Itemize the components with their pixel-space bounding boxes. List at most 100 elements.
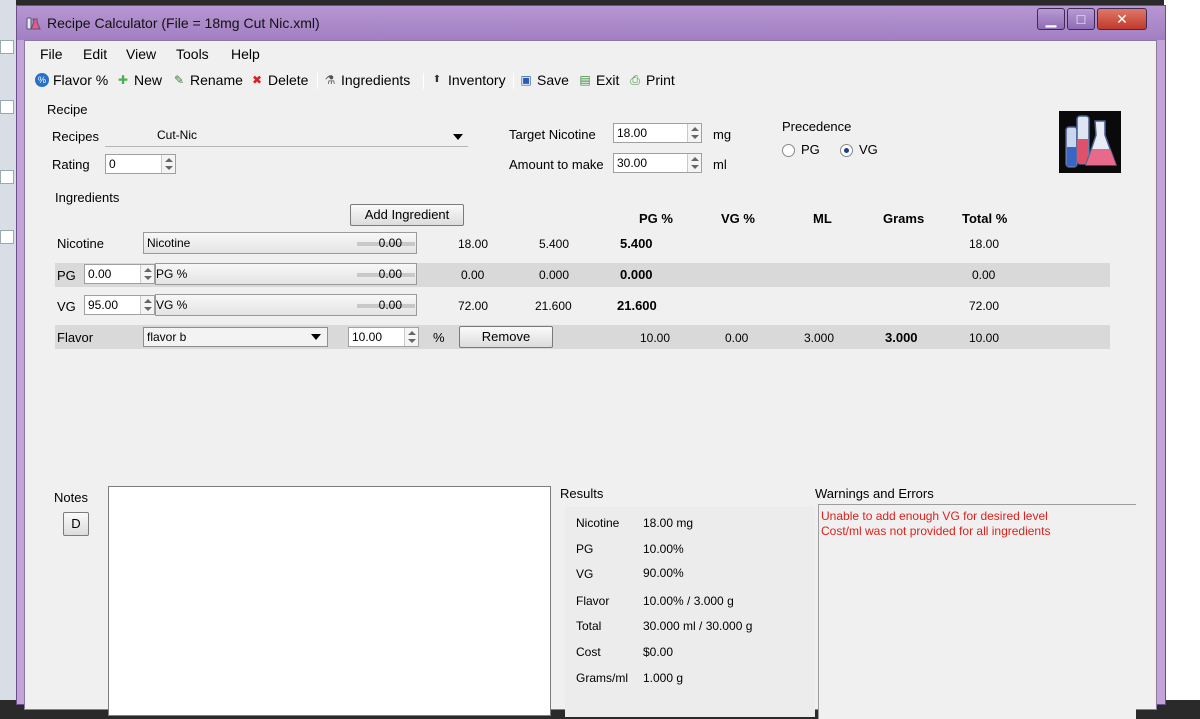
- flavor-grams: 3.000: [885, 330, 918, 345]
- warnings-list[interactable]: Unable to add enough VG for desired leve…: [818, 504, 1136, 719]
- results-label: Results: [560, 486, 604, 501]
- notes-d-button[interactable]: D: [63, 512, 89, 536]
- result-value-flavor: 10.00% / 3.000 g: [643, 594, 734, 608]
- vg-percent-stepper[interactable]: 95.00: [84, 295, 155, 315]
- remove-flavor-button[interactable]: Remove: [459, 326, 553, 348]
- precedence-label: Precedence: [782, 119, 852, 134]
- menu-view[interactable]: View: [126, 46, 156, 62]
- exit-button[interactable]: ▤ Exit: [578, 72, 619, 88]
- target-nicotine-spin-buttons[interactable]: [687, 124, 701, 142]
- menu-file[interactable]: File: [40, 46, 63, 62]
- title-bar[interactable]: Recipe Calculator (File = 18mg Cut Nic.x…: [17, 6, 1165, 40]
- amount-stepper[interactable]: 30.00: [613, 153, 702, 173]
- result-value-grams-per-ml: 1.000 g: [643, 671, 684, 685]
- pg-percent-stepper[interactable]: 0.00: [84, 264, 155, 284]
- inventory-button[interactable]: ⬆ Inventory: [430, 72, 506, 88]
- precedence-pg-radio[interactable]: [782, 144, 795, 157]
- inventory-label: Inventory: [448, 72, 506, 88]
- result-value-cost: $0.00: [643, 645, 674, 659]
- nicotine-value-bold: 5.400: [620, 236, 653, 251]
- flavor-percent-stepper[interactable]: 10.00: [348, 327, 419, 347]
- rating-stepper[interactable]: 0: [105, 154, 176, 174]
- ingredients-section-label: Ingredients: [55, 190, 120, 205]
- background-fragment: [0, 230, 14, 244]
- notes-textarea[interactable]: [108, 486, 551, 716]
- rename-icon: ✎: [173, 73, 185, 87]
- results-panel: [565, 507, 815, 717]
- header-grams: Grams: [883, 211, 925, 226]
- ingredients-icon: ⚗: [324, 73, 336, 87]
- flavor-select[interactable]: flavor b: [143, 327, 328, 347]
- recipes-label: Recipes: [52, 129, 99, 144]
- recipe-name: Cut-Nic: [157, 128, 198, 142]
- menu-help[interactable]: Help: [231, 46, 260, 62]
- background-fragment: [0, 170, 14, 184]
- maximize-button[interactable]: □: [1067, 8, 1095, 30]
- chevron-down-icon: [453, 134, 463, 140]
- app-window: Recipe Calculator (File = 18mg Cut Nic.x…: [16, 5, 1166, 719]
- result-value-pg: 10.00%: [643, 542, 684, 556]
- amount-spin-buttons[interactable]: [687, 154, 701, 172]
- pg-value-1: 0.00: [461, 268, 485, 282]
- background-fragment: [0, 40, 14, 54]
- header-ml: ML: [813, 211, 832, 226]
- warning-message: Unable to add enough VG for desired leve…: [821, 509, 1048, 523]
- ingredients-button[interactable]: ⚗ Ingredients: [323, 72, 411, 88]
- warning-message: Cost/ml was not provided for all ingredi…: [821, 524, 1051, 538]
- target-nicotine-label: Target Nicotine: [509, 127, 596, 142]
- nicotine-slider[interactable]: Nicotine 0.00: [143, 232, 417, 254]
- vg-spin-buttons[interactable]: [140, 296, 154, 314]
- rename-label: Rename: [190, 72, 243, 88]
- flavor-percent-unit: %: [433, 330, 445, 345]
- rating-spin-buttons[interactable]: [161, 155, 175, 173]
- flavor-row-label: Flavor: [57, 330, 94, 345]
- vg-slider[interactable]: VG % 0.00: [155, 294, 417, 316]
- pg-value-2: 0.000: [539, 268, 570, 282]
- delete-icon: ✖: [251, 73, 263, 87]
- pg-total-percent: 0.00: [972, 268, 996, 282]
- menu-edit[interactable]: Edit: [83, 46, 107, 62]
- client-area: File Edit View Tools Help % Flavor % ✚ N…: [24, 40, 1157, 719]
- flavor-vg-percent: 0.00: [725, 331, 749, 345]
- minimize-button[interactable]: ▁: [1037, 8, 1065, 30]
- target-nicotine-stepper[interactable]: 18.00: [613, 123, 702, 143]
- nicotine-row-label: Nicotine: [57, 236, 104, 251]
- print-button[interactable]: ⎙ Print: [628, 72, 675, 88]
- pg-row-label: PG: [57, 268, 76, 283]
- flavor-spin-buttons[interactable]: [404, 328, 418, 346]
- vg-row-label: VG: [57, 299, 76, 314]
- save-button[interactable]: ▣ Save: [519, 72, 569, 88]
- vg-value-bold: 21.600: [617, 298, 657, 313]
- save-icon: ▣: [520, 73, 532, 87]
- close-button[interactable]: ✕: [1097, 8, 1147, 30]
- pg-spin-buttons[interactable]: [140, 265, 154, 283]
- new-label: New: [134, 72, 163, 88]
- amount-unit: ml: [713, 157, 727, 172]
- notes-label: Notes: [54, 490, 88, 505]
- menu-tools[interactable]: Tools: [176, 46, 209, 62]
- new-button[interactable]: ✚ New: [116, 72, 162, 88]
- result-value-nicotine: 18.00 mg: [643, 516, 694, 530]
- precedence-vg-radio[interactable]: [840, 144, 853, 157]
- pg-slider[interactable]: PG % 0.00: [155, 263, 417, 285]
- flavor-percent-button[interactable]: % Flavor %: [35, 72, 108, 88]
- nicotine-total-percent: 18.00: [969, 237, 1000, 251]
- pg-slider-name: PG %: [156, 267, 188, 281]
- amount-label: Amount to make: [509, 157, 604, 172]
- flavor-ml: 3.000: [804, 331, 835, 345]
- toolbar-separator: [423, 73, 424, 89]
- warnings-label: Warnings and Errors: [815, 486, 934, 501]
- recipe-dropdown[interactable]: Cut-Nic: [105, 125, 468, 147]
- pg-value-bold: 0.000: [620, 267, 653, 282]
- delete-button[interactable]: ✖ Delete: [250, 72, 309, 88]
- recipe-section-label: Recipe: [47, 102, 88, 117]
- result-name-pg: PG: [576, 542, 594, 556]
- inventory-icon: ⬆: [432, 74, 442, 85]
- result-value-total: 30.000 ml / 30.000 g: [643, 619, 753, 633]
- header-total-percent: Total %: [962, 211, 1008, 226]
- flavor-total-percent: 10.00: [969, 331, 1000, 345]
- background-desktop: [1164, 0, 1200, 700]
- save-label: Save: [537, 72, 569, 88]
- add-ingredient-button[interactable]: Add Ingredient: [350, 204, 464, 226]
- rename-button[interactable]: ✎ Rename: [172, 72, 243, 88]
